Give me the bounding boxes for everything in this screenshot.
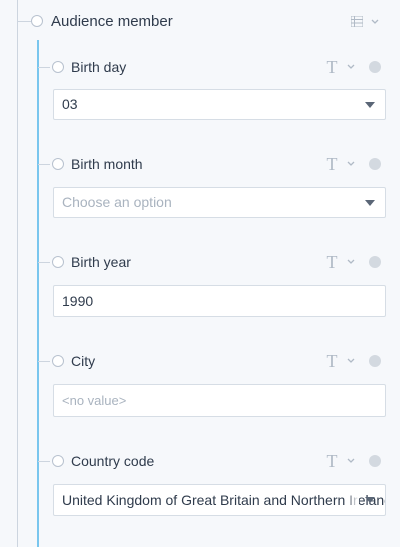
dot-icon[interactable]: [369, 61, 381, 73]
text-type-icon[interactable]: T: [325, 155, 339, 173]
chevron-down-icon[interactable]: [347, 358, 355, 364]
field-radio[interactable]: [52, 355, 64, 367]
birth-month-select[interactable]: Choose an option: [53, 187, 386, 218]
city-placeholder: <no value>: [62, 393, 127, 408]
text-type-icon[interactable]: T: [325, 352, 339, 370]
text-type-icon[interactable]: T: [325, 452, 339, 470]
chevron-down-icon[interactable]: [371, 19, 379, 25]
field-radio[interactable]: [52, 158, 64, 170]
chevron-down-icon[interactable]: [347, 259, 355, 265]
tree-connector: [38, 164, 50, 165]
field-label-city: City: [71, 353, 96, 369]
birth-year-value: 1990: [62, 293, 94, 309]
chevron-down-icon[interactable]: [347, 458, 355, 464]
root-radio[interactable]: [31, 15, 43, 27]
tree-connector: [38, 262, 50, 263]
dot-icon[interactable]: [369, 355, 381, 367]
tree-connector: [38, 67, 50, 68]
country-code-value: United Kingdom of Great Britain and Nort…: [62, 492, 386, 508]
caret-down-icon: [365, 497, 375, 503]
tree-line-active-branch: [37, 40, 39, 547]
country-code-select[interactable]: United Kingdom of Great Britain and Nort…: [53, 484, 386, 516]
field-label-birth-month: Birth month: [71, 156, 143, 172]
tree-connector: [38, 361, 50, 362]
birth-year-input[interactable]: 1990: [53, 285, 386, 317]
tree-connector: [38, 461, 50, 462]
field-label-birth-day: Birth day: [71, 59, 127, 75]
caret-down-icon: [365, 200, 375, 206]
text-type-icon[interactable]: T: [325, 253, 339, 271]
dot-icon[interactable]: [369, 158, 381, 170]
field-radio[interactable]: [52, 455, 64, 467]
birth-day-select[interactable]: 03: [53, 89, 386, 120]
chevron-down-icon[interactable]: [347, 64, 355, 70]
dot-icon[interactable]: [369, 256, 381, 268]
tree-line-outer: [17, 0, 18, 547]
text-type-icon[interactable]: T: [325, 58, 339, 76]
birth-day-value: 03: [62, 96, 78, 112]
overflow-fade: [345, 485, 359, 514]
caret-down-icon: [365, 102, 375, 108]
field-radio[interactable]: [52, 256, 64, 268]
dot-icon[interactable]: [369, 455, 381, 467]
field-label-country-code: Country code: [71, 453, 155, 469]
chevron-down-icon[interactable]: [347, 161, 355, 167]
list-icon[interactable]: [351, 16, 363, 27]
field-label-birth-year: Birth year: [71, 254, 131, 270]
birth-month-placeholder: Choose an option: [62, 194, 172, 210]
root-node-label: Audience member: [51, 13, 173, 30]
tree-connector-root: [17, 21, 31, 22]
city-input[interactable]: <no value>: [53, 384, 386, 417]
field-radio[interactable]: [52, 61, 64, 73]
